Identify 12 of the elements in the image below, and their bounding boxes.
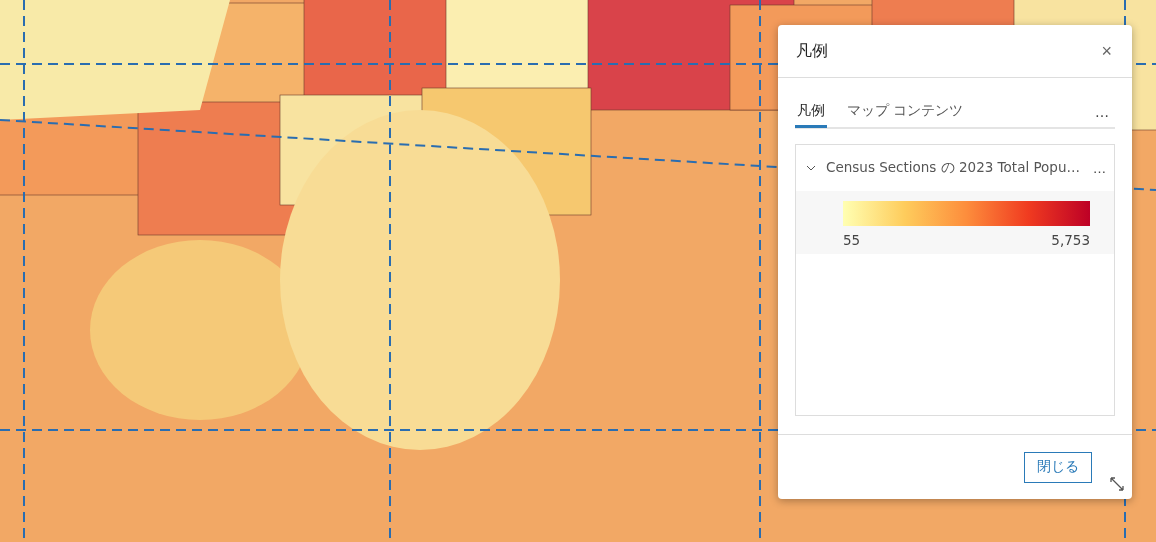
more-button[interactable]: … (1089, 102, 1115, 121)
close-button[interactable]: 閉じる (1024, 451, 1092, 483)
chevron-icon[interactable] (806, 165, 816, 171)
ramp-max-label: 5,753 (1051, 232, 1090, 248)
tab[interactable]: 凡例 (795, 97, 827, 128)
panel-title: 凡例 (796, 40, 828, 62)
ramp-min-label: 55 (843, 232, 861, 248)
more-button[interactable]: … (1089, 160, 1110, 176)
layer-title: Census Sections の 2023 Total Popu… (826, 159, 1080, 177)
tab[interactable]: マップ コンテンツ (845, 97, 966, 128)
close-button[interactable]: × (1097, 40, 1116, 62)
resize-icon[interactable] (1110, 477, 1124, 491)
